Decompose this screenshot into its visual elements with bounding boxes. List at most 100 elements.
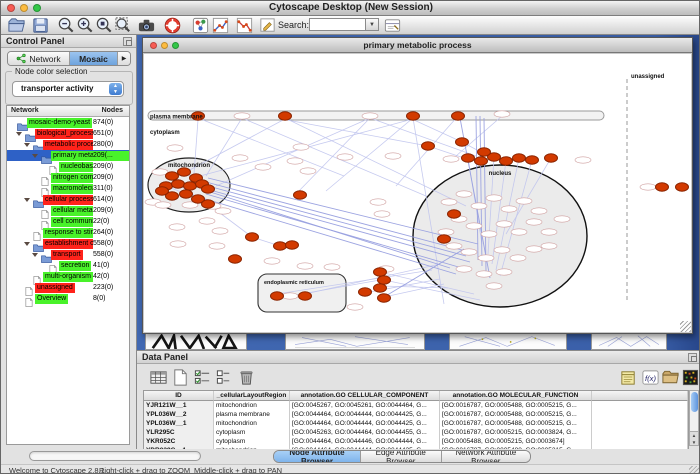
tree-row-node-count: 614(0) — [93, 195, 129, 205]
float-panel-icon[interactable] — [688, 353, 697, 362]
tree-row[interactable]: Overview8(0) — [7, 293, 129, 304]
tree-row-label: cell communicat — [51, 217, 93, 227]
layout-red-icon[interactable] — [235, 16, 254, 35]
float-panel-icon[interactable] — [123, 37, 132, 46]
table-header-cell[interactable]: annotation.GO CELLULAR_COMPONENT — [290, 391, 440, 401]
tree-row[interactable]: mosaic-demo-yeast874(0) — [7, 117, 129, 128]
tab-edge-attribute-browser[interactable]: Edge Attribute Browser — [361, 451, 442, 462]
table-header-cell[interactable]: _cellularLayoutRegion — [214, 391, 290, 401]
dp-folder-icon[interactable] — [661, 368, 680, 387]
network-canvas[interactable]: plasma membranecytoplasmmitochondrionnuc… — [144, 54, 691, 332]
tree-row[interactable]: transport558(0) — [7, 249, 129, 260]
background-window-fragment[interactable] — [145, 333, 247, 350]
node-color-selection-legend: Node color selection — [12, 67, 90, 76]
tab-label: Node Attribute Browser — [280, 450, 354, 463]
table-row[interactable]: YJR121W__1mitochondrion[GO:0045267, GO:0… — [144, 401, 688, 410]
dp-notepad-icon[interactable] — [619, 368, 638, 387]
tab-network-attribute-browser[interactable]: Network Attribute Browser — [442, 451, 530, 462]
scrollbar-thumb[interactable] — [691, 392, 698, 412]
layout-blue-icon[interactable] — [211, 16, 230, 35]
tree-row[interactable]: establishment of lo558(0) — [7, 238, 129, 249]
tree-row[interactable]: cellular process614(0) — [7, 194, 129, 205]
tree-row[interactable]: cellular metabo209(0) — [7, 205, 129, 216]
table-cell: [GO:0016787, GO:0005488, GO:0005215, G..… — [440, 401, 592, 410]
dp-matrix-icon[interactable] — [681, 368, 700, 387]
annotation-icon[interactable] — [258, 16, 277, 35]
tree-row[interactable]: biological_process651(0) — [7, 128, 129, 139]
tree-row-label: primary metabolic — [51, 151, 93, 161]
tab-overflow-arrow-icon[interactable]: ▶ — [118, 52, 130, 65]
index-card-icon[interactable] — [383, 16, 402, 35]
document-icon — [41, 217, 49, 226]
camera-icon[interactable] — [137, 16, 156, 35]
tab-node-attribute-browser[interactable]: Node Attribute Browser — [274, 451, 361, 462]
document-icon — [41, 173, 49, 182]
tree-row[interactable]: secretion41(0) — [7, 260, 129, 271]
dp-select-attr-icon[interactable] — [193, 368, 212, 387]
table-scrollbar[interactable]: ▲▼ — [689, 390, 699, 446]
tree-row[interactable]: nitrogen compo209(0) — [7, 172, 129, 183]
search-input[interactable] — [309, 18, 365, 31]
table-cell: [GO:0016787, GO:0005488, GO:0005215, G..… — [440, 419, 592, 428]
title-bar[interactable]: Cytoscape Desktop (New Session) — [1, 1, 700, 16]
tree-row-node-count: 209(0) — [93, 206, 129, 216]
app-resize-grip[interactable] — [689, 466, 700, 474]
tree-row-node-count: 41(0) — [93, 261, 129, 271]
table-cell — [592, 437, 688, 446]
table-row[interactable]: YPL036W__1mitochondrion[GO:0044464, GO:0… — [144, 419, 688, 428]
window-resize-grip[interactable] — [680, 321, 691, 332]
table-cell — [592, 401, 688, 410]
scrollbar-arrows[interactable]: ▲▼ — [690, 431, 698, 445]
table-header-cell[interactable] — [592, 391, 688, 401]
tree-row[interactable]: metabolic process280(0) — [7, 139, 129, 150]
background-window-fragment[interactable] — [591, 333, 667, 350]
vizmapper-icon[interactable] — [191, 16, 210, 35]
save-icon[interactable] — [31, 16, 50, 35]
network-window-titlebar[interactable]: primary metabolic process — [143, 38, 692, 53]
control-panel-tabs: Network Mosaic ▶ — [7, 51, 131, 66]
tree-row-node-count: 42(0) — [93, 272, 129, 282]
dp-unselect-attr-icon[interactable] — [215, 368, 234, 387]
expand-arrow-icon[interactable] — [32, 154, 38, 158]
zoom-fit-icon[interactable] — [95, 16, 114, 35]
table-header-cell[interactable]: annotation.GO MOLECULAR_FUNCTION — [440, 391, 592, 401]
table-row[interactable]: YLR295Ccytoplasm[GO:0045263, GO:0044464,… — [144, 428, 688, 437]
network-view-window[interactable]: primary metabolic process plasma membran… — [142, 37, 693, 334]
zoom-selected-icon[interactable] — [114, 16, 133, 35]
tree-row[interactable]: macromolecule311(0) — [7, 183, 129, 194]
tree-row[interactable]: primary metabolic209(... — [7, 150, 129, 161]
help-icon[interactable] — [163, 16, 182, 35]
expand-arrow-icon[interactable] — [16, 132, 22, 136]
background-window-fragment[interactable] — [449, 333, 567, 350]
table-row[interactable]: YPL036W__2plasma membrane[GO:0044464, GO… — [144, 410, 688, 419]
search-dropdown-arrow-icon[interactable]: ▼ — [365, 18, 379, 31]
zoom-in-icon[interactable] — [76, 16, 95, 35]
expand-arrow-icon[interactable] — [24, 242, 30, 246]
expand-arrow-icon[interactable] — [32, 253, 38, 257]
expand-arrow-icon[interactable] — [24, 198, 30, 202]
dp-fx-icon[interactable]: f(x) — [641, 368, 660, 387]
tab-network[interactable]: Network — [8, 52, 70, 65]
expand-arrow-icon[interactable] — [24, 143, 30, 147]
table-header-cell[interactable]: ID — [144, 391, 214, 401]
tree-row[interactable]: cell communicat22(0) — [7, 216, 129, 227]
data-panel-title: Data Panel — [142, 352, 188, 362]
background-window-fragment[interactable] — [285, 333, 425, 350]
tree-row[interactable]: unassigned223(0) — [7, 282, 129, 293]
dp-trash-icon[interactable] — [237, 368, 256, 387]
tree-row[interactable]: nucleobase-cont209(0) — [7, 161, 129, 172]
tree-row-node-count: 209(... — [93, 151, 129, 161]
open-icon[interactable] — [7, 16, 26, 35]
tree-row[interactable]: multi-organism pro42(0) — [7, 271, 129, 282]
dp-newdoc-icon[interactable] — [171, 368, 190, 387]
dropdown-arrows-icon: ▲▼ — [109, 83, 122, 95]
table-row[interactable]: YKR052Ccytoplasm[GO:0044464, GO:0044446,… — [144, 437, 688, 446]
dp-table-icon[interactable] — [149, 368, 168, 387]
tab-mosaic[interactable]: Mosaic — [70, 52, 118, 65]
table-cell: YPL036W__2 — [144, 410, 214, 419]
node-color-dropdown[interactable]: transporter activity ▲▼ — [12, 81, 124, 97]
tree-row[interactable]: response to stimulu264(0) — [7, 227, 129, 238]
tree-row-node-count: 264(0) — [93, 228, 129, 238]
tree-row-label: metabolic process — [43, 140, 93, 150]
zoom-out-icon[interactable] — [57, 16, 76, 35]
